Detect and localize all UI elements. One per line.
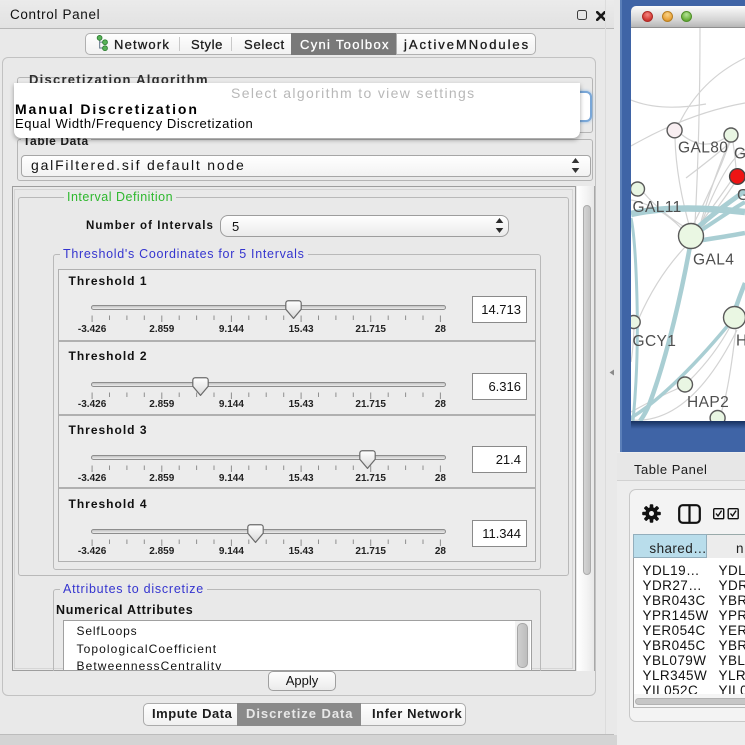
svg-text:GCY1: GCY1 [633,333,677,350]
svg-text:G: G [737,187,745,204]
svg-text:GAL80: GAL80 [678,140,728,157]
svg-text:GA: GA [734,146,745,163]
svg-text:GAL4: GAL4 [693,252,734,269]
svg-text:GAL11: GAL11 [633,199,682,216]
svg-text:H: H [736,333,745,350]
svg-text:HAP2: HAP2 [687,394,729,411]
